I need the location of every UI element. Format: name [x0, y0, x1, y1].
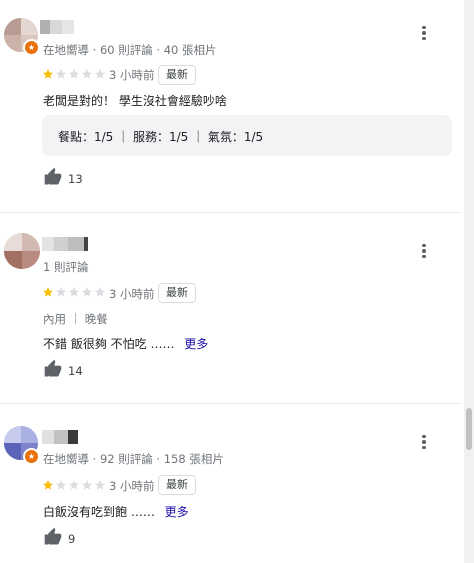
star-empty-icon: [69, 69, 79, 79]
star-empty-icon: [69, 480, 79, 490]
star-empty-icon: [95, 480, 105, 490]
star-filled-icon: [43, 287, 53, 297]
more-options-icon[interactable]: [415, 24, 433, 42]
reviewer-meta[interactable]: 1 則評論: [43, 259, 88, 275]
review-card: ★ 在地嚮導 · 92 則評論 · 158 張相片 3 小時前 最新 白飯沒有吃…: [0, 404, 462, 563]
reviewer-name[interactable]: [40, 20, 74, 34]
review-time: 3 小時前: [109, 479, 155, 493]
more-options-icon[interactable]: [415, 433, 433, 451]
review-text: 老闆是對的！ 學生沒社會經驗吵啥: [43, 94, 227, 108]
scrollbar-track[interactable]: [464, 0, 474, 563]
sub-ratings: 餐點：1/5 ｜ 服務：1/5 ｜ 氣氛：1/5: [58, 130, 264, 144]
reviewer-name[interactable]: [42, 237, 88, 251]
star-empty-icon: [82, 287, 92, 297]
star-empty-icon: [95, 287, 105, 297]
review-text-line: 不錯 飯很夠 不怕吃 …… 更多: [43, 335, 208, 352]
star-empty-icon: [56, 69, 66, 79]
avatar[interactable]: [4, 233, 40, 269]
review-card: 1 則評論 3 小時前 最新 內用 ｜ 晚餐 不錯 飯很夠 不怕吃 …… 更多 …: [0, 213, 462, 403]
star-rating: [42, 479, 106, 491]
star-empty-icon: [82, 480, 92, 490]
like-count: 13: [68, 172, 83, 186]
more-options-icon[interactable]: [415, 242, 433, 260]
review-card: ★ 在地嚮導 · 60 則評論 · 40 張相片 3 小時前 最新 老闆是對的！…: [0, 0, 462, 212]
star-empty-icon: [69, 287, 79, 297]
review-time: 3 小時前: [109, 287, 155, 301]
review-time: 3 小時前: [109, 68, 155, 82]
reviewer-name[interactable]: [42, 430, 78, 444]
like-icon[interactable]: [43, 527, 63, 547]
review-text-line: 白飯沒有吃到飽 …… 更多: [43, 503, 189, 520]
new-tag: 最新: [158, 65, 196, 85]
more-link[interactable]: 更多: [184, 337, 208, 351]
reviewer-meta[interactable]: 在地嚮導 · 60 則評論 · 40 張相片: [43, 42, 217, 58]
star-filled-icon: [43, 480, 53, 490]
reviewer-meta[interactable]: 在地嚮導 · 92 則評論 · 158 張相片: [43, 451, 224, 467]
sub-ratings-box: 餐點：1/5 ｜ 服務：1/5 ｜ 氣氛：1/5: [42, 115, 452, 156]
star-rating: [42, 286, 106, 298]
local-guide-badge-icon: ★: [23, 39, 40, 56]
like-count: 14: [68, 364, 83, 378]
star-empty-icon: [82, 69, 92, 79]
star-empty-icon: [56, 287, 66, 297]
like-icon[interactable]: [43, 167, 63, 187]
local-guide-badge-icon: ★: [23, 448, 40, 465]
star-filled-icon: [43, 69, 53, 79]
more-link[interactable]: 更多: [165, 505, 189, 519]
star-rating: [42, 68, 106, 80]
like-count: 9: [68, 532, 76, 546]
new-tag: 最新: [158, 475, 196, 495]
review-text: 不錯 飯很夠 不怕吃 ……: [43, 337, 175, 351]
dining-info: 內用 ｜ 晚餐: [43, 312, 108, 326]
like-icon[interactable]: [43, 359, 63, 379]
star-empty-icon: [56, 480, 66, 490]
star-empty-icon: [95, 69, 105, 79]
new-tag: 最新: [158, 283, 196, 303]
review-text: 白飯沒有吃到飽 ……: [43, 505, 155, 519]
scrollbar-thumb[interactable]: [466, 408, 472, 450]
